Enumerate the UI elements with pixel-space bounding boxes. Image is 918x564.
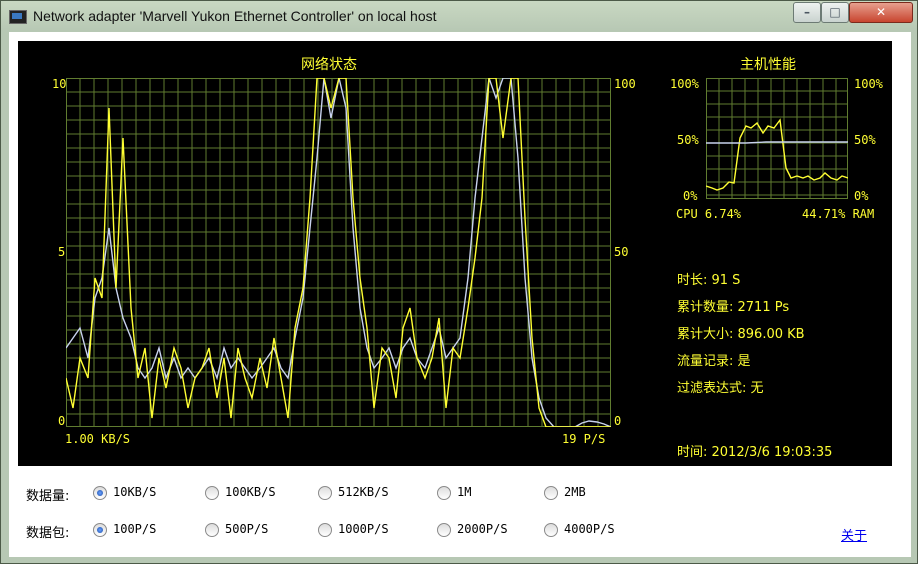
- filter-expression-text: 过滤表达式: 无: [677, 381, 764, 396]
- packets-scale-option-label[interactable]: 2000P/S: [457, 522, 508, 536]
- packets-scale-radio-4[interactable]: [544, 523, 558, 537]
- packets-scale-option-label[interactable]: 1000P/S: [338, 522, 389, 536]
- packets-scale-radio-1[interactable]: [205, 523, 219, 537]
- monitor-panel: 网络状态 10 5 0 100 50 0 1.00 KB/S 19 P/S 主机…: [18, 41, 892, 466]
- title-bar[interactable]: Network adapter 'Marvell Yukon Ethernet …: [1, 1, 917, 33]
- cpu-axis-tick-min: 0%: [683, 189, 698, 203]
- left-axis-tick-mid: 5: [58, 245, 66, 259]
- network-chart-title: 网络状态: [301, 57, 357, 73]
- app-window: Network adapter 'Marvell Yukon Ethernet …: [0, 0, 918, 564]
- bytes-scale-option-label[interactable]: 2MB: [564, 485, 586, 499]
- maximize-icon: □: [829, 5, 841, 19]
- host-performance-chart: [706, 78, 848, 199]
- total-size-text: 累计大小: 896.00 KB: [677, 327, 805, 342]
- packet-count-text: 累计数量: 2711 Ps: [677, 300, 790, 315]
- right-axis-tick-mid: 50: [614, 245, 629, 259]
- packets-scale-option-label[interactable]: 500P/S: [225, 522, 268, 536]
- network-traffic-chart: [66, 78, 611, 427]
- right-axis-tick-max: 100: [614, 77, 636, 91]
- ram-usage-label: 44.71% RAM: [802, 207, 875, 221]
- host-chart-title: 主机性能: [740, 57, 796, 73]
- maximize-button[interactable]: □: [821, 2, 849, 23]
- ram-axis-tick-max: 100%: [854, 77, 883, 91]
- bytes-scale-radio-2[interactable]: [318, 486, 332, 500]
- traffic-logging-text: 流量记录: 是: [677, 354, 751, 369]
- ram-axis-tick-mid: 50%: [854, 133, 876, 147]
- bytes-scale-radio-4[interactable]: [544, 486, 558, 500]
- cpu-axis-tick-mid: 50%: [677, 133, 699, 147]
- duration-text: 时长: 91 S: [677, 273, 741, 288]
- about-link[interactable]: 关于: [841, 525, 867, 544]
- bytes-scale-label: 数据量:: [26, 489, 70, 504]
- client-area: 网络状态 10 5 0 100 50 0 1.00 KB/S 19 P/S 主机…: [9, 32, 911, 557]
- right-axis-tick-min: 0: [614, 414, 622, 428]
- left-axis-tick-min: 0: [58, 414, 66, 428]
- bytes-scale-option-label[interactable]: 1M: [457, 485, 471, 499]
- minimize-button[interactable]: –: [793, 2, 821, 23]
- packets-scale-radio-2[interactable]: [318, 523, 332, 537]
- ram-axis-tick-min: 0%: [854, 189, 869, 203]
- close-button[interactable]: ✕: [849, 2, 913, 23]
- bytes-scale-option-label[interactable]: 100KB/S: [225, 485, 276, 499]
- bytes-unit-label: 1.00 KB/S: [65, 432, 131, 446]
- bytes-scale-option-label[interactable]: 512KB/S: [338, 485, 389, 499]
- bytes-series-line: [66, 78, 611, 427]
- close-icon: ✕: [875, 5, 887, 19]
- packets-scale-option-label[interactable]: 100P/S: [113, 522, 156, 536]
- bytes-scale-option-label[interactable]: 10KB/S: [113, 485, 156, 499]
- minimize-icon: –: [804, 5, 810, 19]
- cpu-usage-label: CPU 6.74%: [676, 207, 742, 221]
- left-axis-tick-max: 10: [52, 77, 67, 91]
- timestamp-text: 时间: 2012/3/6 19:03:35: [677, 445, 833, 460]
- packets-scale-radio-0[interactable]: [93, 523, 107, 537]
- monitor-app-icon: [9, 10, 27, 24]
- bytes-scale-radio-1[interactable]: [205, 486, 219, 500]
- bytes-scale-radio-0[interactable]: [93, 486, 107, 500]
- packets-scale-radio-3[interactable]: [437, 523, 451, 537]
- packets-unit-label: 19 P/S: [562, 432, 606, 446]
- bytes-scale-radio-3[interactable]: [437, 486, 451, 500]
- cpu-axis-tick-max: 100%: [670, 77, 699, 91]
- packets-scale-option-label[interactable]: 4000P/S: [564, 522, 615, 536]
- window-title: Network adapter 'Marvell Yukon Ethernet …: [33, 8, 437, 24]
- packets-scale-label: 数据包:: [26, 526, 70, 541]
